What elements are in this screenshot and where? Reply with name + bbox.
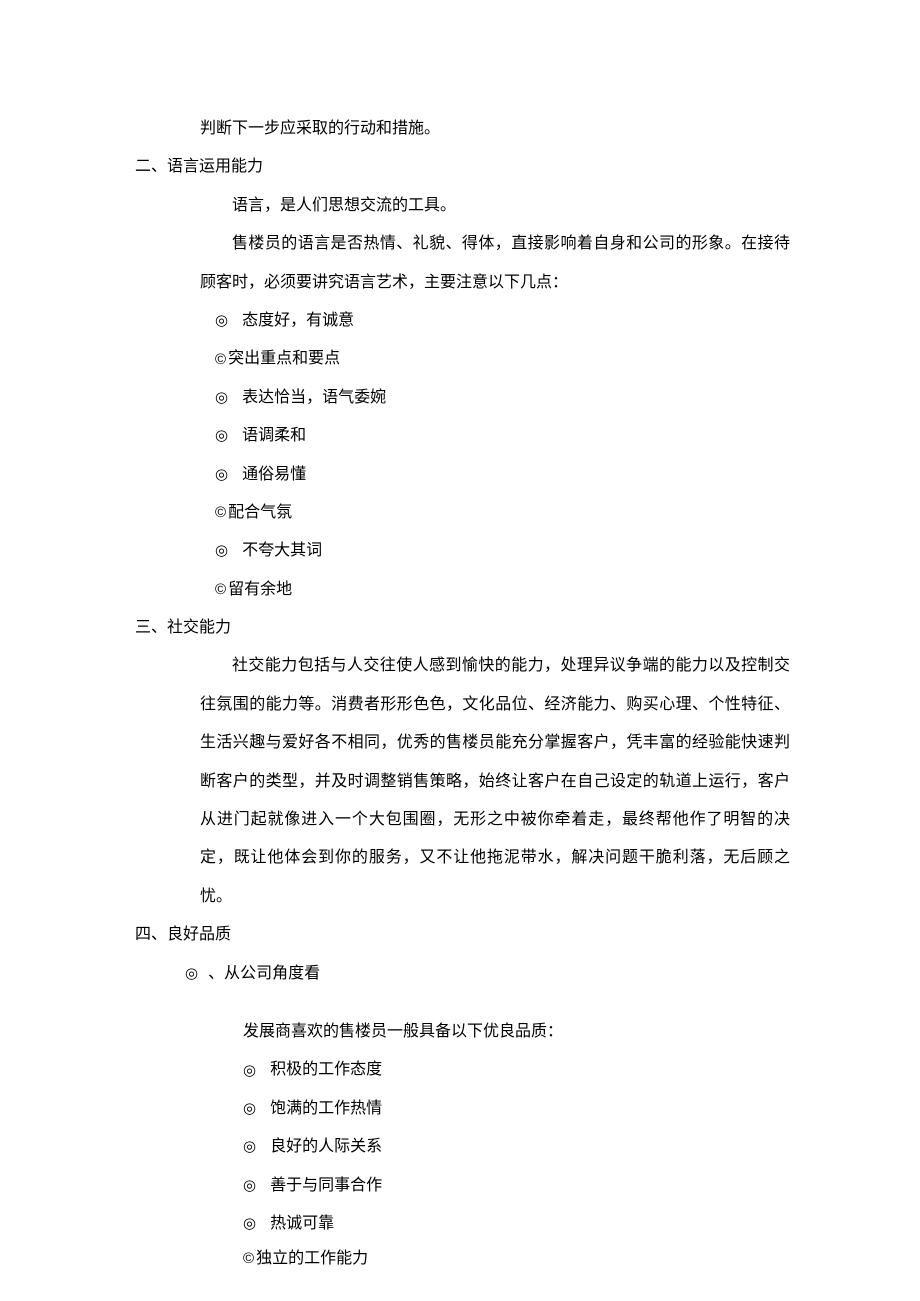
bullet-item: ◎ 表达恰当，语气委婉 (135, 379, 790, 417)
bullet-text: 良好的人际关系 (270, 1128, 382, 1166)
section-2-para-1: 语言，是人们思想交流的工具。 (135, 187, 790, 225)
bullet-item: © 配合气氛 (135, 494, 790, 532)
section-2-heading: 二、语言运用能力 (135, 148, 790, 186)
bullet-item: ◎ 饱满的工作热情 (135, 1090, 790, 1128)
section-2-para-2: 售楼员的语言是否热情、礼貌、得体，直接影响着自身和公司的形象。在接待顾客时，必须… (135, 225, 790, 302)
bullet-marker-icon: ◎ (185, 956, 198, 992)
bullet-text: 饱满的工作热情 (270, 1090, 382, 1128)
bullet-text: 表达恰当，语气委婉 (242, 379, 386, 417)
bullet-text: 通俗易懂 (242, 456, 306, 494)
bullet-marker-icon: ◎ (215, 418, 228, 454)
bullet-item: © 留有余地 (135, 571, 790, 609)
continuation-line: 判断下一步应采取的行动和措施。 (135, 110, 790, 148)
bullet-item: ◎ 态度好，有诚意 (135, 302, 790, 340)
section-4-para-1: 发展商喜欢的售楼员一般具备以下优良品质： (135, 1013, 790, 1051)
bullet-item: ◎ 语调柔和 (135, 417, 790, 455)
bullet-item: ◎ 通俗易懂 (135, 456, 790, 494)
bullet-text: 突出重点和要点 (228, 340, 340, 378)
bullet-text: 独立的工作能力 (256, 1243, 368, 1275)
bullet-text: 态度好，有诚意 (242, 302, 354, 340)
bullet-marker-icon: ◎ (215, 457, 228, 493)
bullet-text: 积极的工作态度 (270, 1051, 382, 1089)
bullet-marker-icon: ◎ (243, 1168, 256, 1204)
bullet-marker-icon: ◎ (243, 1091, 256, 1127)
bullet-text: 善于与同事合作 (270, 1167, 382, 1205)
bullet-text: 配合气氛 (228, 494, 292, 532)
bullet-marker-icon: © (215, 342, 226, 378)
section-4-heading: 四、良好品质 (135, 916, 790, 954)
bullet-item: © 突出重点和要点 (135, 340, 790, 378)
bullet-item: © 独立的工作能力 (135, 1243, 790, 1275)
bullet-item: ◎ 不夸大其词 (135, 532, 790, 570)
bullet-text: 不夸大其词 (242, 532, 322, 570)
bullet-item: ◎ 善于与同事合作 (135, 1167, 790, 1205)
bullet-marker-icon: © (215, 572, 226, 608)
document-page: 判断下一步应采取的行动和措施。 二、语言运用能力 语言，是人们思想交流的工具。 … (0, 0, 920, 1301)
bullet-marker-icon: ◎ (215, 303, 228, 339)
bullet-item: ◎ 积极的工作态度 (135, 1051, 790, 1089)
bullet-text: 热诚可靠 (270, 1205, 334, 1243)
spacer (135, 993, 790, 1013)
bullet-text: 留有余地 (228, 571, 292, 609)
bullet-marker-icon: ◎ (243, 1053, 256, 1089)
bullet-item: ◎ 热诚可靠 (135, 1205, 790, 1243)
bullet-marker-icon: ◎ (215, 380, 228, 416)
bullet-marker-icon: ◎ (243, 1129, 256, 1165)
bullet-item: ◎ 良好的人际关系 (135, 1128, 790, 1166)
subsection-text: 、从公司角度看 (208, 955, 320, 993)
bullet-marker-icon: ◎ (243, 1206, 256, 1242)
subsection-item: ◎ 、从公司角度看 (135, 955, 790, 993)
section-3-para-1: 社交能力包括与人交往使人感到愉快的能力，处理异议争端的能力以及控制交往氛围的能力… (135, 647, 790, 916)
bullet-text: 语调柔和 (242, 417, 306, 455)
bullet-marker-icon: © (243, 1244, 254, 1274)
section-3-heading: 三、社交能力 (135, 609, 790, 647)
bullet-marker-icon: ◎ (215, 533, 228, 569)
bullet-marker-icon: © (215, 495, 226, 531)
